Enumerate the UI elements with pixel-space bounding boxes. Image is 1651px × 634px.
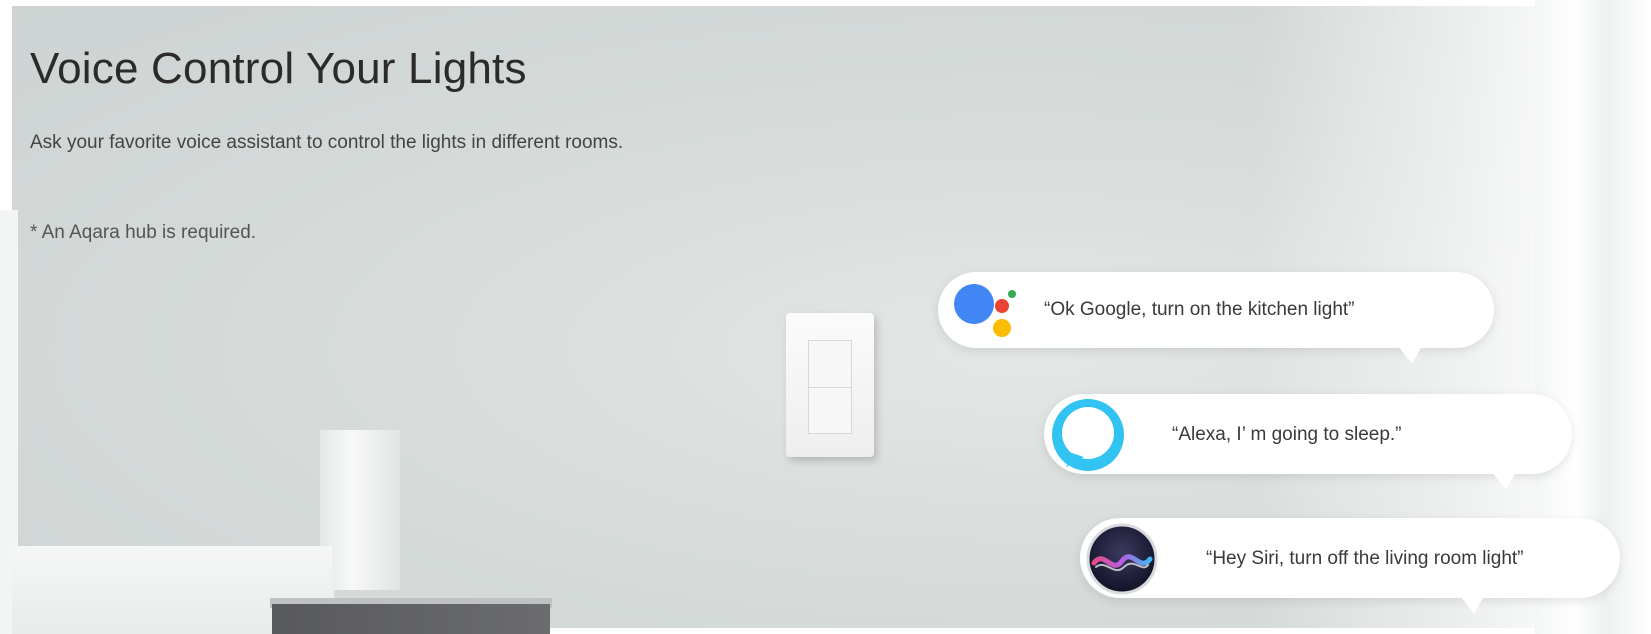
page-subtitle: Ask your favorite voice assistant to con… xyxy=(30,132,624,153)
siri-quote: “Hey Siri, turn off the living room ligh… xyxy=(1206,548,1524,569)
alexa-icon xyxy=(1052,399,1124,471)
alexa-bubble: “Alexa, I’ m going to sleep.” xyxy=(1044,394,1572,490)
alexa-quote: “Alexa, I’ m going to sleep.” xyxy=(1172,424,1402,445)
google-assistant-icon xyxy=(954,284,1016,337)
bubble-tail xyxy=(1398,346,1422,364)
hub-requirement-note: * An Aqara hub is required. xyxy=(30,222,257,243)
top-border xyxy=(0,0,1651,6)
siri-icon xyxy=(1086,523,1158,595)
side-table xyxy=(272,604,550,634)
page-title: Voice Control Your Lights xyxy=(30,44,527,93)
switch-rocker-bottom xyxy=(808,387,852,434)
google-assistant-bubble: “Ok Google, turn on the kitchen light” xyxy=(938,272,1494,364)
google-assistant-quote: “Ok Google, turn on the kitchen light” xyxy=(1044,299,1355,320)
book xyxy=(334,590,470,598)
switch-rocker-top xyxy=(808,340,852,387)
bubble-tail xyxy=(1460,596,1484,614)
hero-banner: Voice Control Your Lights Ask your favor… xyxy=(0,0,1651,634)
siri-bubble: “Hey Siri, turn off the living room ligh… xyxy=(1080,518,1620,614)
wall-switch xyxy=(786,313,874,457)
bubble-tail xyxy=(1492,472,1516,490)
